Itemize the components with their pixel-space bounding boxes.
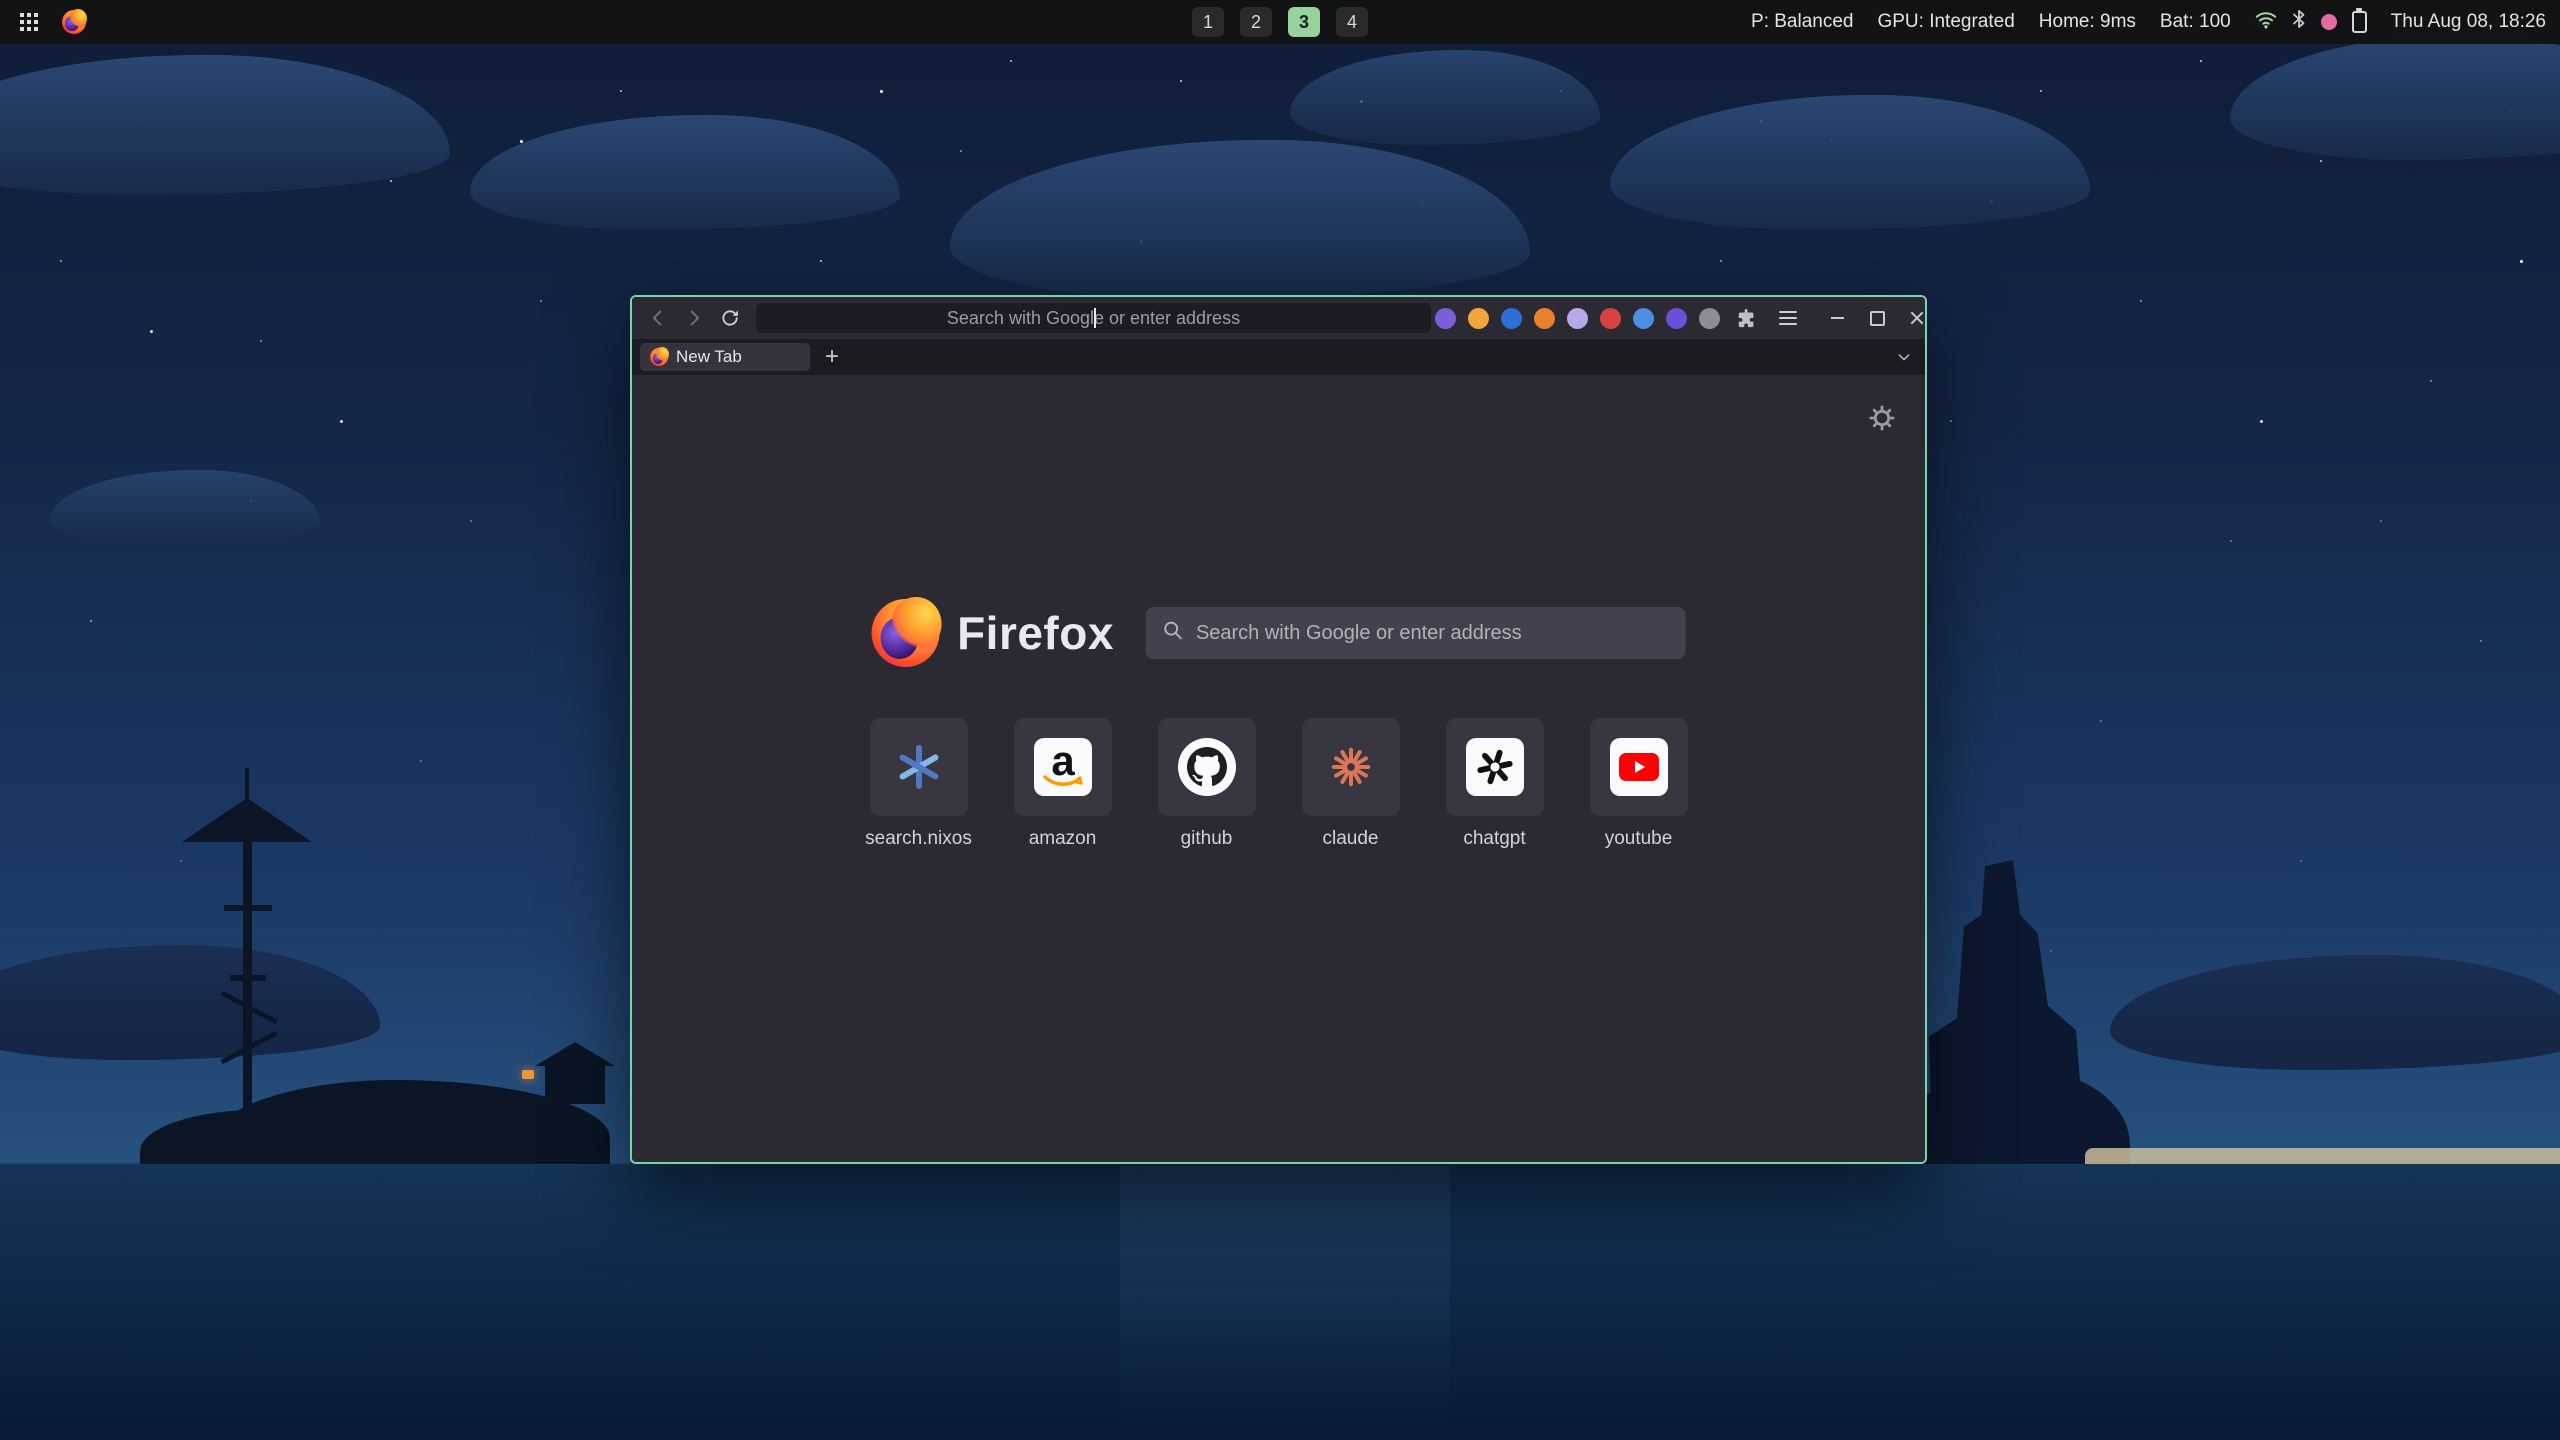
extension-icon[interactable] [1699, 308, 1720, 329]
battery-icon [2352, 11, 2367, 33]
shortcut-label: claude [1323, 828, 1379, 850]
wifi-icon[interactable] [2255, 10, 2277, 35]
toolbar-right [1435, 304, 1927, 332]
personalize-gear-icon[interactable] [1867, 403, 1897, 433]
nixos-icon [870, 718, 968, 816]
tab-new-tab[interactable]: New Tab [640, 343, 810, 371]
extension-icon[interactable] [1567, 308, 1588, 329]
reload-button[interactable] [714, 302, 746, 334]
menu-button[interactable] [1774, 304, 1802, 332]
tab-label: New Tab [676, 347, 742, 367]
clock: Thu Aug 08, 18:26 [2391, 11, 2546, 33]
firefox-logo [871, 599, 939, 667]
tab-bar: New Tab + [632, 339, 1925, 375]
cloud [2110, 955, 2560, 1070]
island-light [522, 1070, 534, 1079]
shortcut-youtube[interactable]: youtube [1590, 718, 1688, 850]
github-octocat-icon [1178, 738, 1236, 796]
workspace-button-4[interactable]: 4 [1336, 7, 1368, 37]
gpu-status: GPU: Integrated [1877, 11, 2014, 33]
shortcut-label: github [1181, 828, 1233, 850]
status-bar-right: P: Balanced GPU: Integrated Home: 9ms Ba… [1751, 9, 2546, 35]
hamburger-icon [1779, 311, 1797, 325]
tab-favicon-firefox-icon [650, 348, 668, 366]
indicator-icon [2321, 14, 2337, 30]
newtab-page: Firefox Search with Google or enter addr… [632, 375, 1925, 1162]
shortcut-label: search.nixos [865, 828, 972, 850]
shortcut-github[interactable]: github [1158, 718, 1256, 850]
water-reflection [1120, 1166, 1450, 1426]
cloud [1290, 50, 1600, 145]
tab-list-chevron-icon[interactable] [1891, 344, 1917, 370]
close-button[interactable] [1905, 306, 1927, 330]
status-bar: 1 2 3 4 P: Balanced GPU: Integrated Home… [0, 0, 2560, 44]
workspace-button-2[interactable]: 2 [1240, 7, 1272, 37]
shortcut-amazon[interactable]: a amazon [1014, 718, 1112, 850]
workspace-button-1[interactable]: 1 [1192, 7, 1224, 37]
extension-icon[interactable] [1600, 308, 1621, 329]
urlbar[interactable]: Search with Google or enter address [756, 303, 1431, 333]
cloud [0, 945, 380, 1060]
power-profile-status: P: Balanced [1751, 11, 1853, 33]
browser-toolbar: Search with Google or enter address [632, 297, 1925, 339]
workspace-switcher: 1 2 3 4 [1192, 7, 1368, 37]
cloud [50, 470, 320, 545]
maximize-button[interactable] [1865, 306, 1889, 330]
firefox-wordmark: Firefox [957, 606, 1114, 660]
cloud [470, 115, 900, 230]
forward-button[interactable] [678, 302, 710, 334]
shortcut-chatgpt[interactable]: chatgpt [1446, 718, 1544, 850]
newtab-hero: Firefox Search with Google or enter addr… [871, 599, 1686, 667]
shortcut-claude[interactable]: claude [1302, 718, 1400, 850]
extension-icons [1435, 308, 1720, 329]
status-icons [2255, 9, 2367, 35]
extension-icon[interactable] [1534, 308, 1555, 329]
amazon-icon: a [1034, 738, 1092, 796]
openai-knot-icon [1466, 738, 1524, 796]
bluetooth-icon[interactable] [2292, 9, 2306, 35]
search-placeholder: Search with Google or enter address [1196, 622, 1522, 645]
shortcut-label: youtube [1605, 828, 1673, 850]
extension-icon[interactable] [1633, 308, 1654, 329]
extension-icon[interactable] [1468, 308, 1489, 329]
newtab-search-input[interactable]: Search with Google or enter address [1146, 607, 1686, 659]
claude-starburst-icon [1302, 718, 1400, 816]
latency-status: Home: 9ms [2039, 11, 2136, 33]
workspace-button-3[interactable]: 3 [1288, 7, 1320, 37]
window-controls [1825, 306, 1927, 330]
back-button[interactable] [642, 302, 674, 334]
minimize-button[interactable] [1825, 306, 1849, 330]
youtube-play-icon [1610, 738, 1668, 796]
extension-icon[interactable] [1501, 308, 1522, 329]
cloud [1610, 95, 2090, 230]
search-icon [1162, 619, 1184, 647]
shortcut-label: chatgpt [1463, 828, 1525, 850]
extensions-puzzle-icon[interactable] [1733, 304, 1761, 332]
cloud [950, 140, 1530, 300]
firefox-window: Search with Google or enter address New … [630, 295, 1927, 1164]
new-tab-button[interactable]: + [818, 343, 846, 371]
shortcut-grid: search.nixos a amazon github [870, 718, 1688, 850]
extension-icon[interactable] [1435, 308, 1456, 329]
status-bar-left [14, 7, 86, 37]
app-launcher-icon[interactable] [14, 7, 44, 37]
battery-status: Bat: 100 [2160, 11, 2231, 33]
cloud [2230, 35, 2560, 160]
firefox-launcher-icon[interactable] [62, 10, 86, 34]
text-caret [1094, 308, 1096, 328]
cloud [0, 55, 450, 195]
shortcut-label: amazon [1029, 828, 1097, 850]
extension-icon[interactable] [1666, 308, 1687, 329]
beach-strip [2085, 1148, 2560, 1164]
shortcut-search-nixos[interactable]: search.nixos [870, 718, 968, 850]
